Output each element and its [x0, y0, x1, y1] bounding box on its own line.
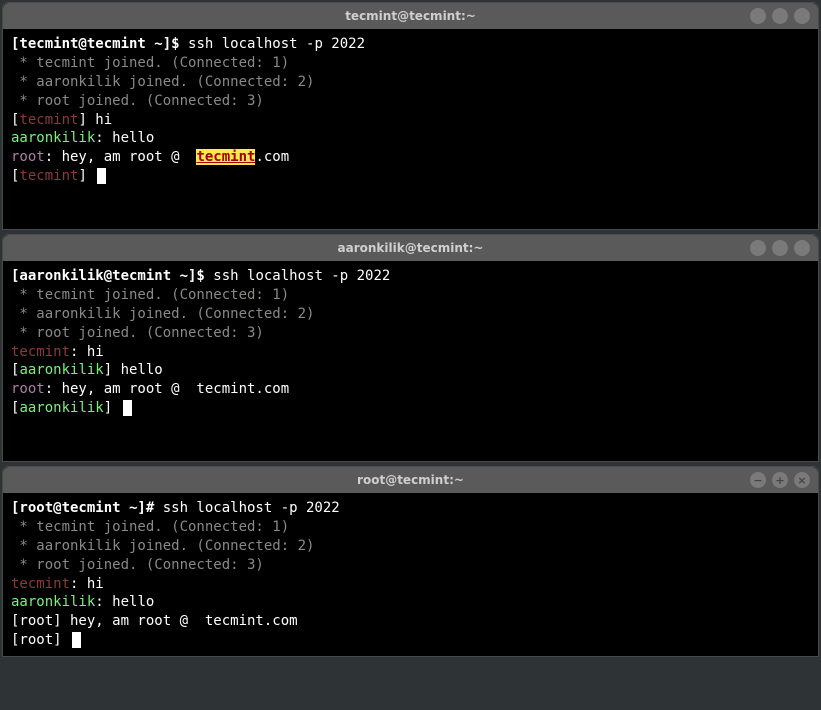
- text-segment: * tecmint joined. (Connected: 1): [11, 55, 289, 71]
- maximize-button[interactable]: [772, 8, 788, 24]
- text-segment: [root@tecmint ~]#: [11, 500, 163, 516]
- terminal-window-2: root@tecmint:~ − + × [root@tecmint ~]# ssh l…: [2, 466, 819, 657]
- text-segment: tecmint: [196, 149, 255, 165]
- text-segment: tecmint: [11, 576, 70, 592]
- terminal-line: * tecmint joined. (Connected: 1): [11, 286, 810, 305]
- terminal-line: [tecmint@tecmint ~]$ ssh localhost -p 20…: [11, 35, 810, 54]
- terminal-line: * aaronkilik joined. (Connected: 2): [11, 537, 810, 556]
- text-segment: * root joined. (Connected: 3): [11, 557, 264, 573]
- terminal-window-1: aaronkilik@tecmint:~ [aaronkilik@tecmint …: [2, 234, 819, 462]
- text-segment: tecmint: [19, 168, 78, 184]
- terminal-line: [root] hey, am root @ tecmint.com: [11, 612, 810, 631]
- terminal-line: * tecmint joined. (Connected: 1): [11, 518, 810, 537]
- text-segment: ] hello: [104, 362, 163, 378]
- text-segment: * aaronkilik joined. (Connected: 2): [11, 538, 314, 554]
- text-segment: ssh localhost -p 2022: [163, 500, 340, 516]
- text-segment: : hey, am root @ tecmint.com: [45, 381, 289, 397]
- window-title: root@tecmint:~: [357, 473, 464, 487]
- cursor: [72, 632, 81, 648]
- window-controls: [750, 240, 810, 256]
- text-segment: : hi: [70, 344, 104, 360]
- terminal-body[interactable]: [tecmint@tecmint ~]$ ssh localhost -p 20…: [3, 29, 818, 229]
- title-bar[interactable]: root@tecmint:~ − + ×: [3, 467, 818, 493]
- text-segment: ] hi: [78, 112, 112, 128]
- window-title: aaronkilik@tecmint:~: [338, 241, 484, 255]
- text-segment: [root]: [11, 632, 70, 648]
- text-segment: aaronkilik: [11, 130, 95, 146]
- title-bar[interactable]: tecmint@tecmint:~: [3, 3, 818, 29]
- terminal-line: [tecmint] hi: [11, 111, 810, 130]
- window-controls: [750, 8, 810, 24]
- terminal-line: * aaronkilik joined. (Connected: 2): [11, 73, 810, 92]
- minimize-button[interactable]: [750, 8, 766, 24]
- terminal-line: * aaronkilik joined. (Connected: 2): [11, 305, 810, 324]
- maximize-button[interactable]: +: [772, 472, 788, 488]
- terminal-line: * tecmint joined. (Connected: 1): [11, 54, 810, 73]
- text-segment: [root] hey, am root @ tecmint.com: [11, 613, 298, 629]
- text-segment: root: [11, 381, 45, 397]
- text-segment: ]: [78, 168, 95, 184]
- text-segment: aaronkilik: [19, 400, 103, 416]
- text-segment: aaronkilik: [19, 362, 103, 378]
- close-button[interactable]: [794, 240, 810, 256]
- terminal-line: aaronkilik: hello: [11, 593, 810, 612]
- text-segment: * root joined. (Connected: 3): [11, 93, 264, 109]
- text-segment: tecmint: [19, 112, 78, 128]
- terminal-window-0: tecmint@tecmint:~ [tecmint@tecmint ~]$ ss…: [2, 2, 819, 230]
- text-segment: * tecmint joined. (Connected: 1): [11, 287, 289, 303]
- terminal-line: [root@tecmint ~]# ssh localhost -p 2022: [11, 499, 810, 518]
- text-segment: [aaronkilik@tecmint ~]$: [11, 268, 213, 284]
- text-segment: .com: [255, 149, 289, 165]
- terminal-line: [aaronkilik@tecmint ~]$ ssh localhost -p…: [11, 267, 810, 286]
- text-segment: ssh localhost -p 2022: [188, 36, 365, 52]
- maximize-button[interactable]: [772, 240, 788, 256]
- cursor: [97, 168, 106, 184]
- text-segment: [tecmint@tecmint ~]$: [11, 36, 188, 52]
- text-segment: root: [11, 149, 45, 165]
- terminal-line: root: hey, am root @ tecmint.com: [11, 380, 810, 399]
- text-segment: ssh localhost -p 2022: [213, 268, 390, 284]
- terminal-line: * root joined. (Connected: 3): [11, 92, 810, 111]
- text-segment: * aaronkilik joined. (Connected: 2): [11, 74, 314, 90]
- terminal-line: tecmint: hi: [11, 343, 810, 362]
- text-segment: aaronkilik: [11, 594, 95, 610]
- close-button[interactable]: [794, 8, 810, 24]
- text-segment: : hi: [70, 576, 104, 592]
- text-segment: : hello: [95, 130, 154, 146]
- close-icon: ×: [797, 475, 806, 486]
- terminal-line: [root]: [11, 631, 810, 650]
- window-controls: − + ×: [750, 472, 810, 488]
- maximize-icon: +: [775, 475, 784, 486]
- text-segment: * root joined. (Connected: 3): [11, 325, 264, 341]
- cursor: [123, 400, 132, 416]
- close-button[interactable]: ×: [794, 472, 810, 488]
- minimize-icon: −: [753, 475, 762, 486]
- text-segment: * aaronkilik joined. (Connected: 2): [11, 306, 314, 322]
- minimize-button[interactable]: −: [750, 472, 766, 488]
- minimize-button[interactable]: [750, 240, 766, 256]
- terminal-line: * root joined. (Connected: 3): [11, 324, 810, 343]
- text-segment: * tecmint joined. (Connected: 1): [11, 519, 289, 535]
- window-title: tecmint@tecmint:~: [345, 9, 476, 23]
- text-segment: : hello: [95, 594, 154, 610]
- terminal-line: [aaronkilik]: [11, 399, 810, 418]
- terminal-body[interactable]: [aaronkilik@tecmint ~]$ ssh localhost -p…: [3, 261, 818, 461]
- text-segment: : hey, am root @: [45, 149, 197, 165]
- text-segment: tecmint: [11, 344, 70, 360]
- terminal-body[interactable]: [root@tecmint ~]# ssh localhost -p 2022 …: [3, 493, 818, 656]
- terminal-line: root: hey, am root @ tecmint.com: [11, 148, 810, 167]
- text-segment: ]: [104, 400, 121, 416]
- title-bar[interactable]: aaronkilik@tecmint:~: [3, 235, 818, 261]
- terminal-line: [aaronkilik] hello: [11, 361, 810, 380]
- terminal-line: tecmint: hi: [11, 575, 810, 594]
- terminal-line: [tecmint]: [11, 167, 810, 186]
- terminal-line: * root joined. (Connected: 3): [11, 556, 810, 575]
- terminal-line: aaronkilik: hello: [11, 129, 810, 148]
